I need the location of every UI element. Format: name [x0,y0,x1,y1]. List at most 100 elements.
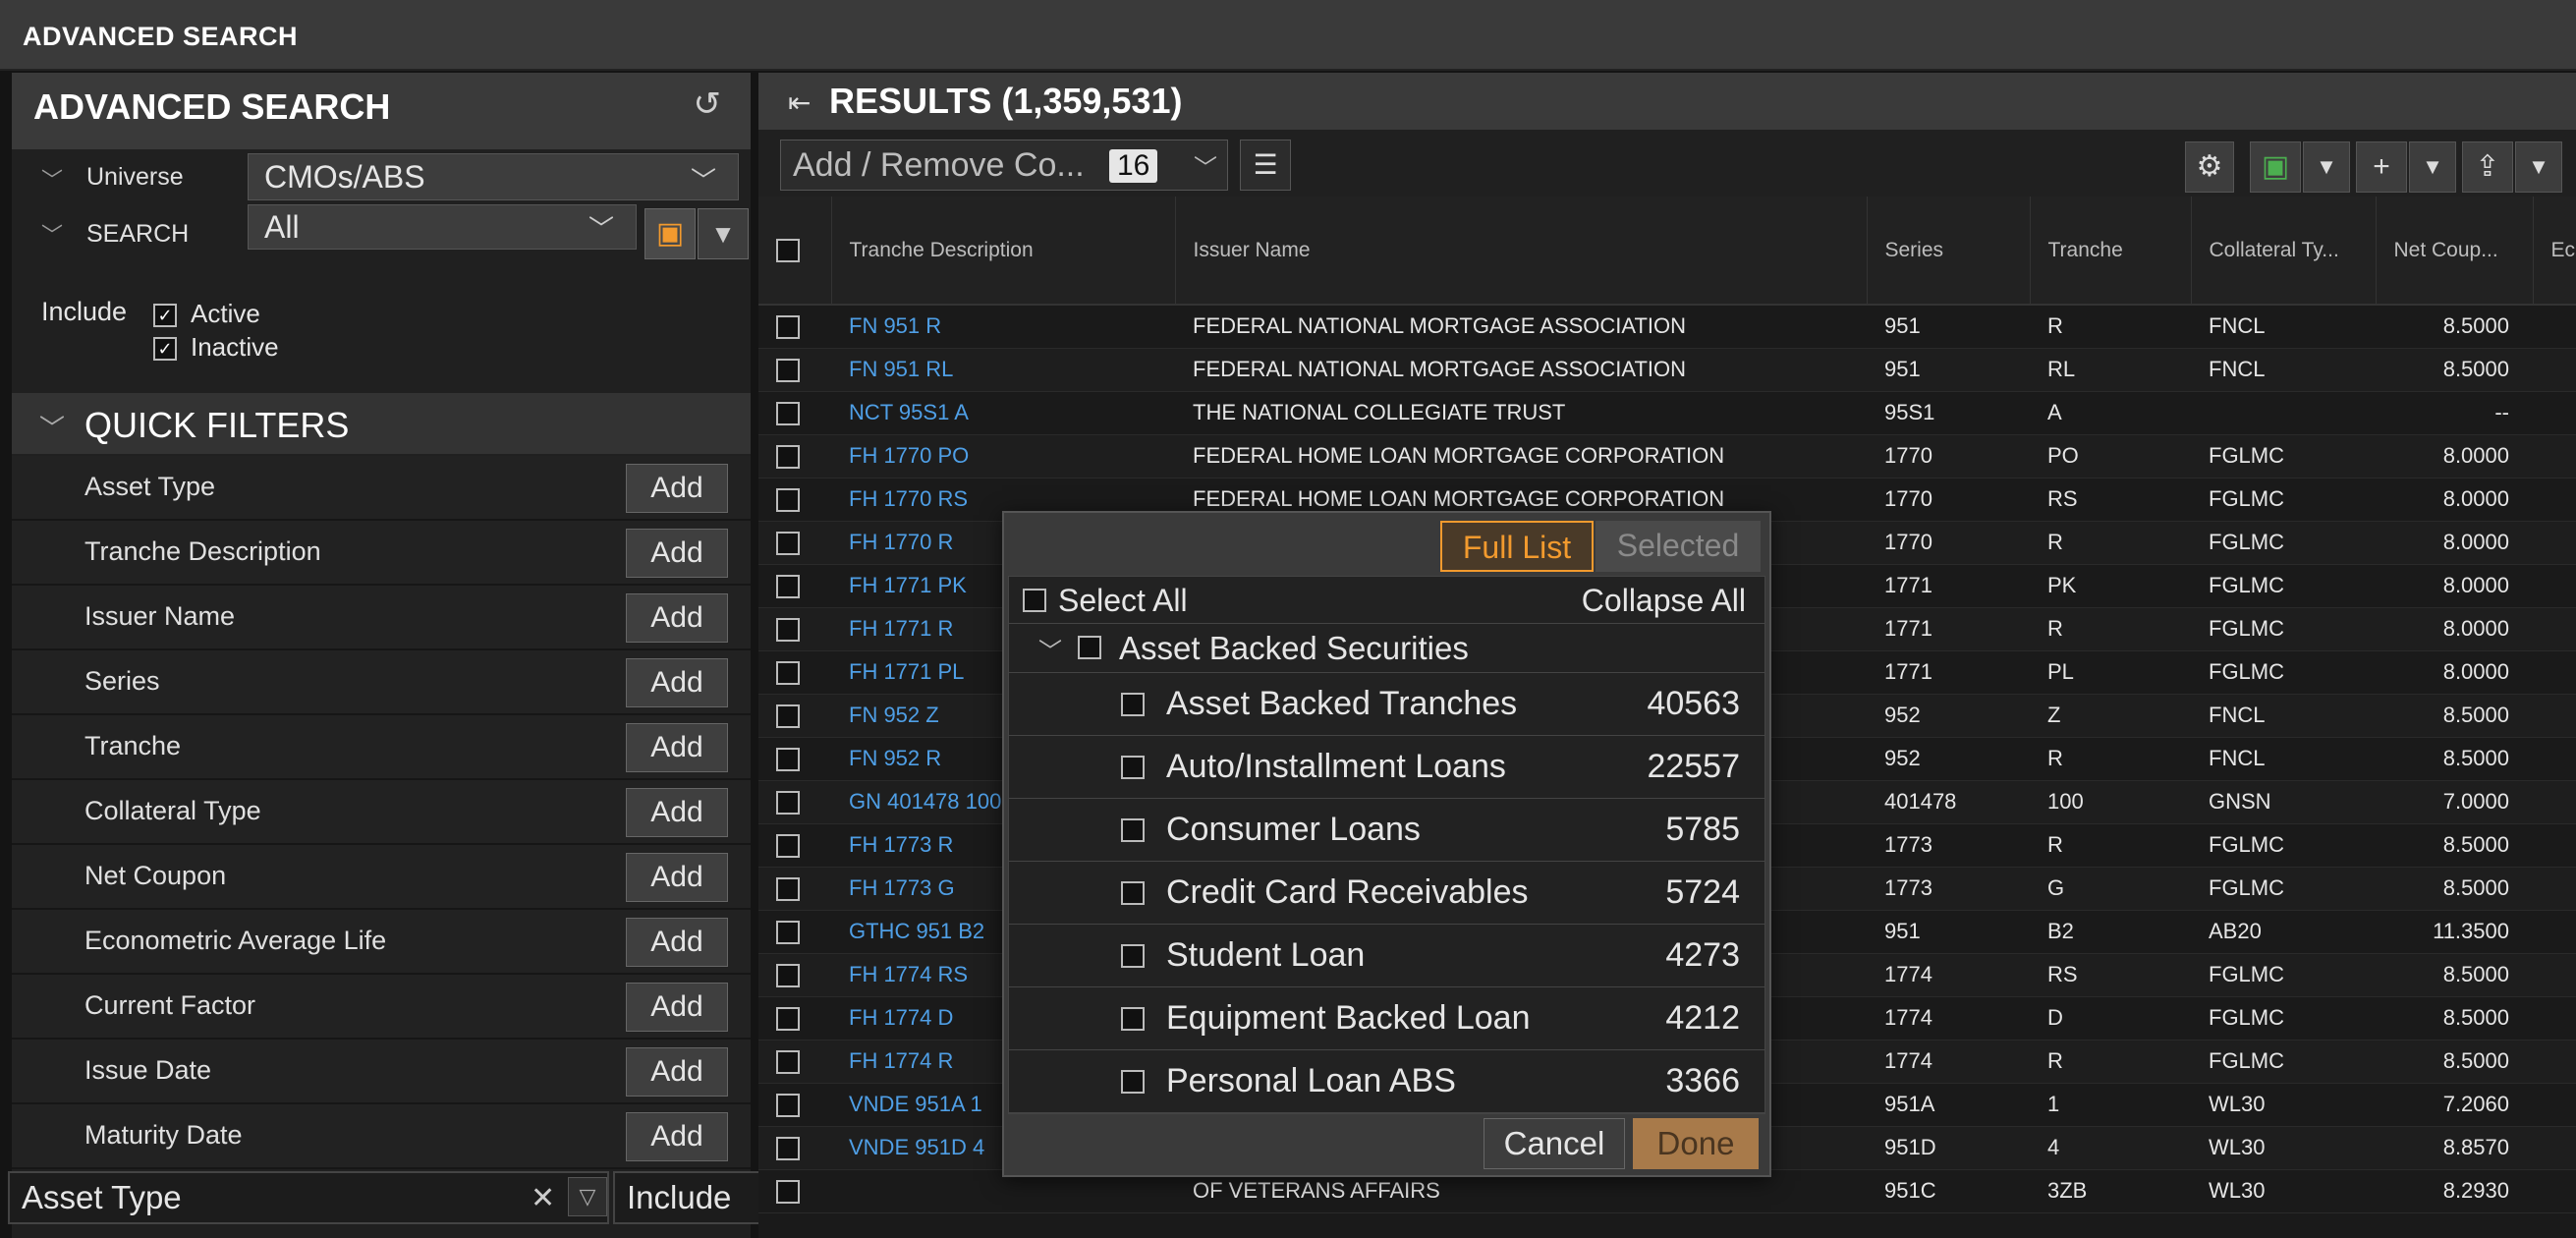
row-checkbox[interactable] [776,359,800,383]
asset-type-option[interactable]: Credit Card Receivables 5724 [1009,862,1765,925]
row-select-cell[interactable] [758,478,831,522]
table-row[interactable]: NCT 95S1 A THE NATIONAL COLLEGIATE TRUST 9… [758,391,2576,435]
collapse-panel-icon[interactable]: ⇤ [788,86,811,119]
table-row[interactable]: FN 951 RL FEDERAL NATIONAL MORTGAGE ASSOC… [758,348,2576,392]
row-select-cell[interactable] [758,1083,831,1127]
table-row[interactable]: FN 951 R FEDERAL NATIONAL MORTGAGE ASSOCI… [758,305,2576,349]
column-header[interactable]: Net Coup... [2376,197,2534,306]
row-select-cell[interactable] [758,348,831,392]
reset-icon[interactable]: ↺ [694,84,722,124]
tab-full-list[interactable]: Full List [1440,521,1594,572]
option-checkbox[interactable] [1121,944,1145,968]
group-checkbox[interactable] [1078,636,1101,659]
column-header[interactable]: Ec [2533,197,2576,306]
row-checkbox[interactable] [776,445,800,470]
list-view-icon[interactable]: ☰ [1240,140,1291,191]
row-checkbox[interactable] [776,618,800,643]
add-filter-button[interactable]: Add [626,853,728,902]
row-select-cell[interactable] [758,867,831,911]
select-all-label[interactable]: Select All [1058,583,1188,619]
option-checkbox[interactable] [1121,1007,1145,1031]
column-header[interactable]: Tranche [2030,197,2192,306]
row-checkbox[interactable] [776,575,800,599]
collapse-all-link[interactable]: Collapse All [1582,583,1746,619]
row-checkbox[interactable] [776,315,800,340]
add-filter-button[interactable]: Add [626,1047,728,1097]
row-select-cell[interactable] [758,953,831,997]
chevron-down-icon[interactable]: ﹀ [1038,632,1062,666]
row-select-cell[interactable] [758,910,831,954]
row-select-cell[interactable] [758,1169,831,1213]
chevron-down-icon[interactable]: ▼ [2515,141,2562,193]
asset-type-option[interactable]: Consumer Loans 5785 [1009,799,1765,862]
add-icon[interactable]: + [2356,141,2407,193]
settings-gear-icon[interactable]: ⚙ [2185,141,2234,193]
row-select-cell[interactable] [758,650,831,695]
column-header[interactable]: Tranche Description [831,197,1176,306]
select-all-rows-checkbox[interactable] [776,238,800,262]
option-checkbox[interactable] [1121,1070,1145,1094]
row-checkbox[interactable] [776,402,800,426]
excel-export-icon[interactable]: ▣ [2250,141,2301,193]
tab-selected[interactable]: Selected [1596,521,1761,572]
row-checkbox[interactable] [776,921,800,945]
row-checkbox[interactable] [776,791,800,816]
row-checkbox[interactable] [776,532,800,556]
row-checkbox[interactable] [776,704,800,729]
row-select-cell[interactable] [758,823,831,868]
row-checkbox[interactable] [776,834,800,859]
option-checkbox[interactable] [1121,881,1145,905]
share-icon[interactable]: ⇪ [2462,141,2513,193]
row-checkbox[interactable] [776,748,800,772]
save-icon[interactable]: ▣ [644,208,696,259]
option-checkbox[interactable] [1121,693,1145,716]
add-filter-button[interactable]: Add [626,918,728,967]
add-filter-button[interactable]: Add [626,658,728,707]
row-checkbox[interactable] [776,1137,800,1161]
select-all-rows-header[interactable] [758,197,832,306]
option-checkbox[interactable] [1121,756,1145,779]
add-filter-button[interactable]: Add [626,529,728,578]
column-header[interactable]: Series [1867,197,2031,306]
include-inactive-option[interactable]: ✓ Inactive [153,332,279,363]
row-select-cell[interactable] [758,1126,831,1170]
chevron-down-icon[interactable]: ▽ [568,1177,607,1216]
universe-select[interactable]: CMOs/ABS ﹀ [248,153,739,200]
filter-field-select[interactable]: Asset Type [8,1171,609,1224]
column-header[interactable]: Collateral Ty... [2191,197,2377,306]
inactive-checkbox[interactable]: ✓ [153,337,177,362]
row-select-cell[interactable] [758,996,831,1041]
row-checkbox[interactable] [776,1050,800,1075]
add-filter-button[interactable]: Add [626,1112,728,1161]
row-checkbox[interactable] [776,1007,800,1032]
row-select-cell[interactable] [758,305,831,349]
row-select-cell[interactable] [758,521,831,565]
asset-type-option[interactable]: Asset Backed Tranches 40563 [1009,673,1765,736]
row-checkbox[interactable] [776,964,800,988]
chevron-down-icon[interactable]: ▼ [2303,141,2350,193]
row-checkbox[interactable] [776,877,800,902]
row-checkbox[interactable] [776,488,800,513]
add-remove-columns-select[interactable]: Add / Remove Co... 16 ﹀ [780,140,1228,191]
row-select-cell[interactable] [758,607,831,651]
add-filter-button[interactable]: Add [626,983,728,1032]
row-checkbox[interactable] [776,1180,800,1205]
asset-type-option[interactable]: Personal Loan ABS 3366 [1009,1050,1765,1113]
row-select-cell[interactable] [758,737,831,781]
save-menu-dropdown-icon[interactable]: ▼ [698,208,749,259]
row-select-cell[interactable] [758,434,831,478]
tranche-description-cell[interactable]: NCT 95S1 A [831,391,1175,435]
clear-icon[interactable]: ✕ [531,1181,555,1215]
column-header[interactable]: Issuer Name [1175,197,1868,306]
asset-type-option[interactable]: Student Loan 4273 [1009,925,1765,987]
row-select-cell[interactable] [758,564,831,608]
active-checkbox[interactable]: ✓ [153,304,177,328]
add-filter-button[interactable]: Add [626,723,728,772]
asset-type-option[interactable]: Equipment Backed Loan 4212 [1009,987,1765,1050]
table-row[interactable]: FH 1770 PO FEDERAL HOME LOAN MORTGAGE COR… [758,434,2576,478]
tranche-description-cell[interactable]: FN 951 R [831,305,1175,349]
chevron-down-icon[interactable]: ﹀ [41,218,63,250]
tranche-description-cell[interactable]: FN 951 RL [831,348,1175,392]
option-checkbox[interactable] [1121,818,1145,842]
row-checkbox[interactable] [776,661,800,686]
